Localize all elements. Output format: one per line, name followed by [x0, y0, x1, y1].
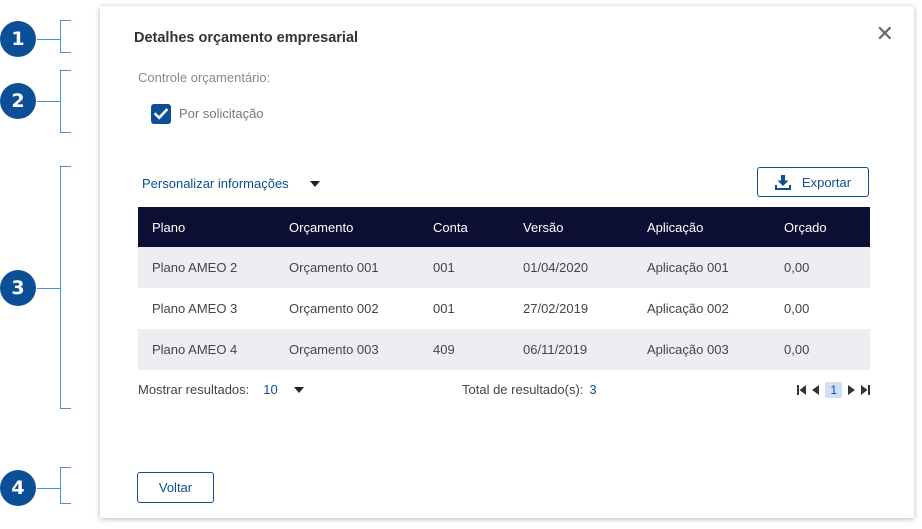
table-row[interactable]: Plano AMEO 3 Orçamento 002 001 27/02/201…	[138, 288, 870, 329]
customize-info-dropdown[interactable]: Personalizar informações	[142, 176, 320, 191]
column-header-orcado[interactable]: Orçado	[770, 207, 870, 247]
table-cell: 0,00	[784, 301, 810, 316]
last-page-icon[interactable]	[861, 385, 870, 395]
pagination: 1	[797, 382, 870, 398]
total-results-label: Total de resultado(s):	[462, 382, 584, 397]
table-cell: Aplicação 003	[647, 342, 729, 357]
annotation-marker-3: 3	[0, 270, 36, 306]
customize-info-label: Personalizar informações	[142, 176, 289, 191]
column-header-orcamento[interactable]: Orçamento	[275, 207, 419, 247]
close-icon[interactable]: ✕	[876, 24, 894, 46]
annotation-connector	[37, 288, 60, 289]
table-row[interactable]: Plano AMEO 4 Orçamento 003 409 06/11/201…	[138, 329, 870, 370]
total-results-value: 3	[589, 382, 597, 397]
table-cell: 409	[433, 342, 455, 357]
annotation-marker-1: 1	[0, 21, 36, 57]
export-label: Exportar	[801, 174, 852, 190]
budget-details-dialog: Detalhes orçamento empresarial ✕ Control…	[100, 6, 914, 518]
caret-down-icon	[309, 180, 320, 187]
table-cell: 27/02/2019	[523, 301, 589, 316]
table-cell: Plano AMEO 2	[152, 260, 238, 275]
export-button[interactable]: Exportar	[757, 167, 869, 197]
table-cell: Plano AMEO 3	[152, 301, 238, 316]
annotation-bracket	[60, 467, 71, 504]
annotation-bracket	[60, 70, 71, 133]
table-cell: Plano AMEO 4	[152, 342, 238, 357]
table-cell: 01/04/2020	[523, 260, 589, 275]
budget-table: Plano Orçamento Conta Versão Aplicação O…	[138, 207, 870, 370]
download-icon	[774, 175, 791, 190]
annotation-bracket	[60, 20, 71, 53]
previous-page-icon[interactable]	[812, 385, 820, 395]
table-cell: Orçamento 003	[289, 342, 379, 357]
first-page-icon[interactable]	[797, 385, 807, 395]
column-header-aplicacao[interactable]: Aplicação	[633, 207, 770, 247]
column-header-plano[interactable]: Plano	[138, 207, 275, 247]
annotation-connector	[37, 488, 60, 489]
results-per-page: Mostrar resultados: 10	[138, 382, 304, 397]
back-button[interactable]: Voltar	[137, 472, 214, 503]
table-cell: Aplicação 002	[647, 301, 729, 316]
table-cell: 0,00	[784, 260, 810, 275]
current-page-button[interactable]: 1	[825, 382, 842, 398]
table-cell: 0,00	[784, 342, 810, 357]
caret-down-icon[interactable]	[293, 386, 304, 393]
table-header-row: Plano Orçamento Conta Versão Aplicação O…	[138, 207, 870, 247]
results-per-page-label: Mostrar resultados:	[138, 382, 250, 397]
per-request-label: Por solicitação	[179, 106, 264, 121]
dialog-title: Detalhes orçamento empresarial	[134, 30, 359, 46]
annotation-marker-2: 2	[0, 83, 36, 119]
total-results: Total de resultado(s): 3	[462, 382, 597, 397]
checkmark-icon	[154, 108, 168, 120]
table-cell: 001	[433, 301, 455, 316]
table-cell: Orçamento 001	[289, 260, 379, 275]
column-header-versao[interactable]: Versão	[509, 207, 633, 247]
table-cell: Aplicação 001	[647, 260, 729, 275]
annotation-marker-4: 4	[0, 470, 36, 506]
annotation-bracket	[60, 166, 71, 409]
table-cell: 001	[433, 260, 455, 275]
table-row[interactable]: Plano AMEO 2 Orçamento 001 001 01/04/202…	[138, 247, 870, 288]
results-per-page-select[interactable]: 10	[263, 382, 277, 397]
column-header-conta[interactable]: Conta	[419, 207, 509, 247]
table-cell: Orçamento 002	[289, 301, 379, 316]
table-cell: 06/11/2019	[523, 342, 588, 357]
annotation-connector	[37, 39, 60, 40]
budget-control-label: Controle orçamentário:	[138, 70, 271, 85]
annotation-connector	[37, 101, 60, 102]
per-request-checkbox[interactable]	[151, 104, 171, 124]
table-footer: Mostrar resultados: 10 Total de resultad…	[138, 382, 870, 402]
next-page-icon[interactable]	[848, 385, 855, 395]
